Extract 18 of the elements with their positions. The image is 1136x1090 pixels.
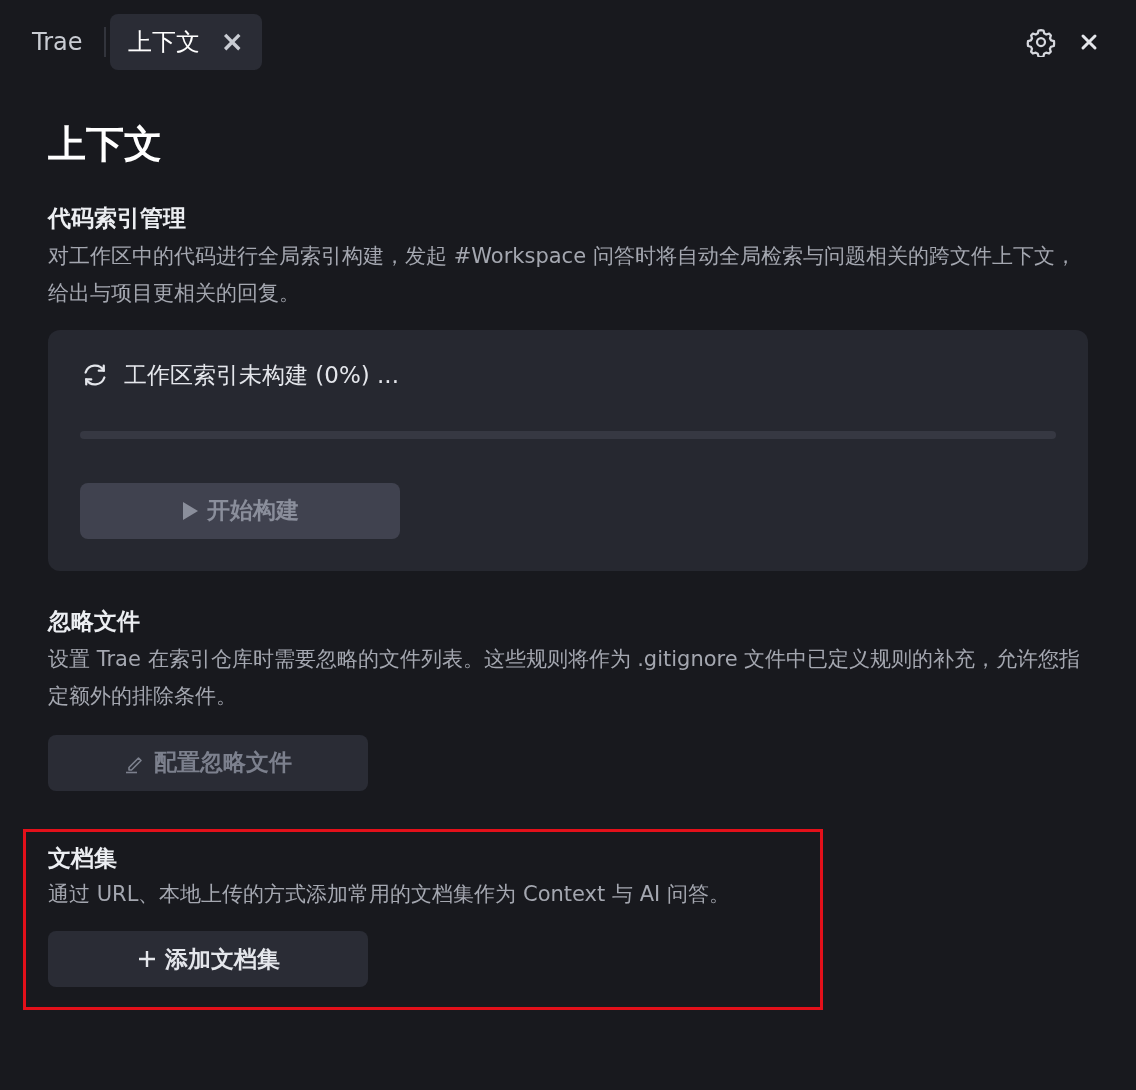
tab-label: Trae: [32, 28, 83, 56]
section-button[interactable]: 添加文档集: [48, 931, 368, 988]
settings-icon[interactable]: [1026, 27, 1056, 57]
section-heading: 文档集: [48, 843, 118, 873]
page-title: 上下文: [48, 122, 163, 168]
section-description: 通过 URL、本地上传的方式添加常用的文档集作为 Context 与 AI 问答。: [48, 881, 731, 909]
index-status: 工作区索引未构建 (0%) ...: [124, 360, 399, 390]
tab[interactable]: Trae: [14, 14, 101, 70]
section-heading: 忽略文件: [48, 606, 141, 636]
tab-label: 上下文: [128, 27, 201, 58]
section-description: 设置 Trae 在索引仓库时需要忽略的文件列表。这些规则将作为 .gitignore 文件中已定义规则的补充，允许您指定额外的排除条件。: [48, 645, 1082, 710]
plus-icon: [136, 949, 157, 970]
section-description: 对工作区中的代码进行全局索引构建，发起 #Workspace 问答时将自动全局检索与问题相关的跨文件上下文，给出与项目更相关的回复。: [48, 242, 1077, 307]
play-icon: [181, 500, 199, 521]
close-icon[interactable]: [1080, 33, 1098, 51]
tab[interactable]: 上下文 ×: [110, 14, 262, 70]
close-tab-button[interactable]: ×: [220, 28, 244, 56]
section-heading: 代码索引管理: [48, 203, 187, 233]
